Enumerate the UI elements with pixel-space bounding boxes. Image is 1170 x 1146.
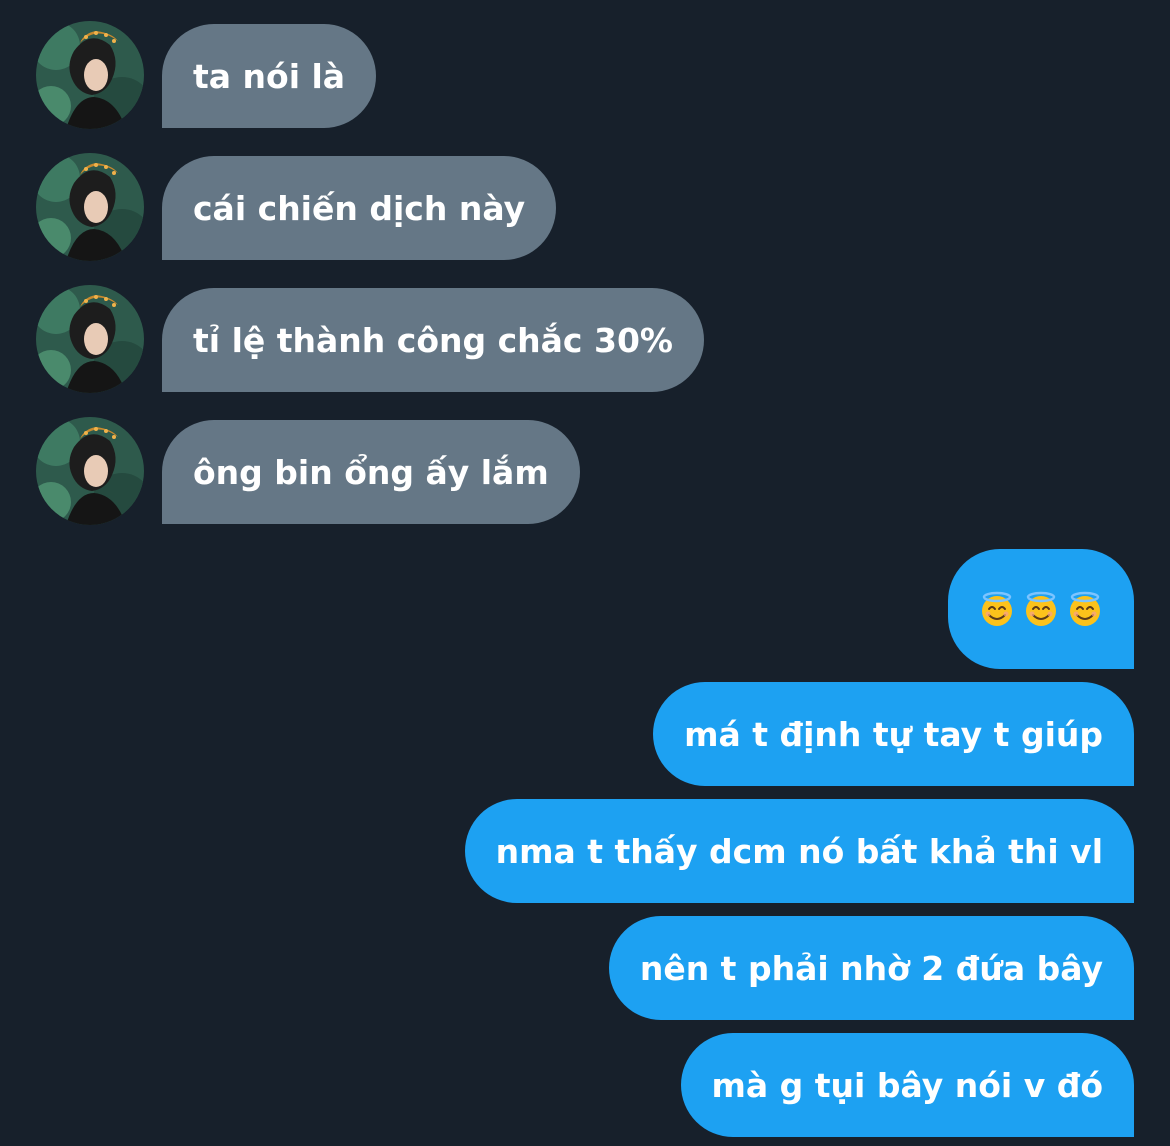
smiling-face-with-halo-icon — [1067, 591, 1103, 627]
outgoing-message[interactable]: nma t thấy dcm nó bất khả thi vl — [464, 799, 1134, 903]
avatar-image — [36, 417, 144, 525]
message-text: cái chiến dịch này — [193, 188, 526, 228]
outgoing-message[interactable]: mà g tụi bây nói v đó — [680, 1033, 1134, 1137]
message-bubble[interactable]: ông bin ổng ấy lắm — [162, 420, 580, 524]
smiling-face-with-halo-icon — [1023, 591, 1059, 627]
outgoing-message[interactable]: má t định tự tay t giúp — [653, 682, 1134, 786]
message-bubble[interactable]: cái chiến dịch này — [162, 156, 557, 260]
avatar-image — [36, 153, 144, 261]
message-bubble[interactable]: ta nói là — [162, 24, 377, 128]
message-text: mà g tụi bây nói v đó — [711, 1065, 1103, 1105]
outgoing-message[interactable]: nên t phải nhờ 2 đứa bây — [608, 916, 1134, 1020]
smiling-face-with-halo-icon — [979, 591, 1015, 627]
message-text: ông bin ổng ấy lắm — [193, 452, 549, 492]
avatar[interactable] — [36, 417, 144, 525]
avatar-image — [36, 285, 144, 393]
emoji-row — [979, 591, 1103, 627]
message-text: ta nói là — [193, 56, 346, 96]
message-bubble[interactable]: tỉ lệ thành công chắc 30% — [162, 288, 704, 392]
avatar-image — [36, 21, 144, 129]
message-text: nma t thấy dcm nó bất khả thi vl — [495, 831, 1103, 871]
avatar[interactable] — [36, 21, 144, 129]
message-text: tỉ lệ thành công chắc 30% — [193, 320, 673, 360]
avatar[interactable] — [36, 285, 144, 393]
outgoing-message-emoji[interactable] — [948, 549, 1134, 669]
avatar[interactable] — [36, 153, 144, 261]
message-text: nên t phải nhờ 2 đứa bây — [639, 948, 1103, 988]
message-text: má t định tự tay t giúp — [684, 714, 1103, 754]
